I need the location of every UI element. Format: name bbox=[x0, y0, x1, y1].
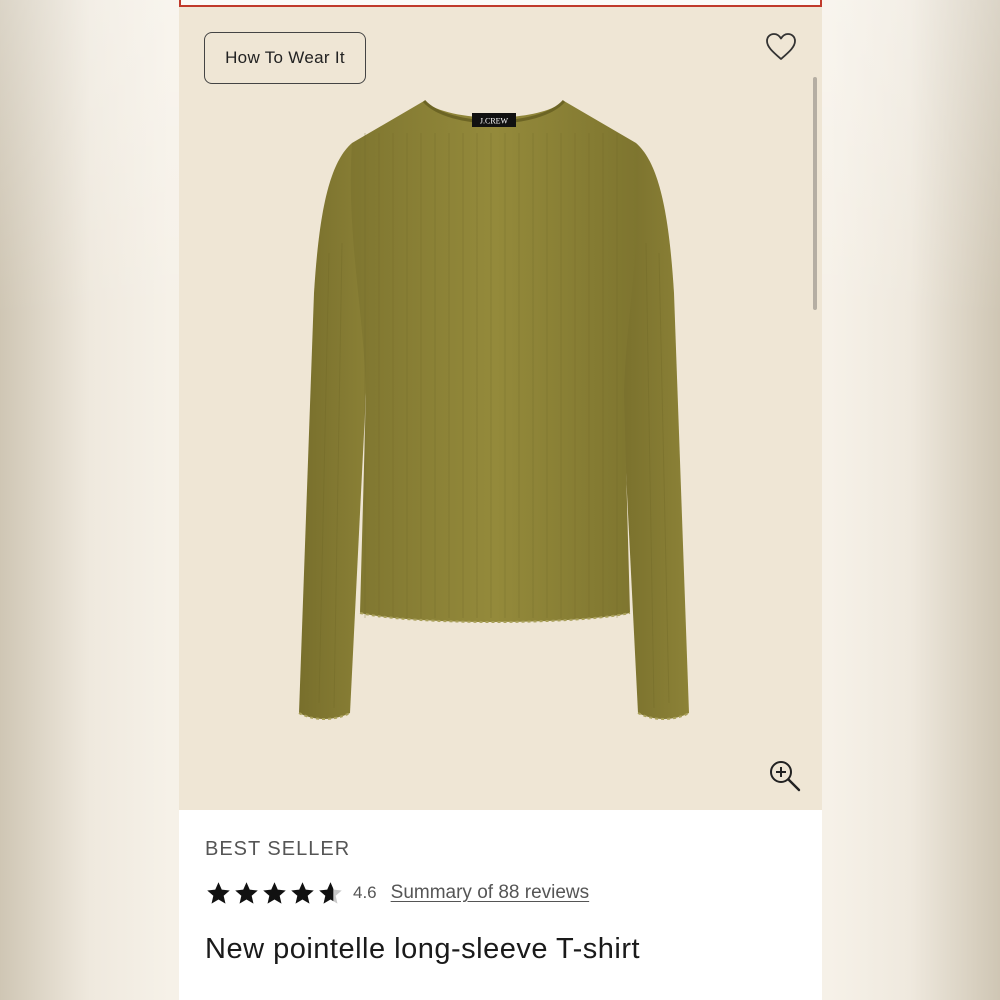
rating-row: 4.6 Summary of 88 reviews bbox=[205, 878, 589, 908]
product-image: J.CREW bbox=[298, 99, 690, 720]
reviews-summary-link[interactable]: Summary of 88 reviews bbox=[391, 882, 590, 904]
star-icon bbox=[291, 881, 314, 904]
best-seller-badge: BEST SELLER bbox=[205, 838, 351, 860]
product-image-gallery[interactable]: How To Wear It J.CREW bbox=[179, 7, 822, 810]
rating-value: 4.6 bbox=[353, 883, 377, 902]
product-title: New pointelle long-sleeve T-shirt bbox=[205, 933, 641, 965]
image-scrollbar[interactable] bbox=[813, 77, 817, 310]
zoom-in-icon bbox=[770, 761, 801, 792]
zoom-button[interactable] bbox=[767, 758, 803, 794]
header-bar bbox=[179, 0, 822, 7]
star-rating bbox=[205, 880, 345, 907]
product-page: How To Wear It J.CREW BEST SELLER 4.6 Su… bbox=[179, 0, 822, 1000]
star-half-icon bbox=[319, 881, 342, 904]
star-icon bbox=[207, 881, 230, 904]
star-icon bbox=[263, 881, 286, 904]
favorite-button[interactable] bbox=[764, 31, 798, 63]
star-icon bbox=[235, 881, 258, 904]
how-to-wear-button[interactable]: How To Wear It bbox=[204, 32, 366, 84]
heart-icon bbox=[766, 33, 796, 60]
brand-label: J.CREW bbox=[480, 117, 509, 126]
